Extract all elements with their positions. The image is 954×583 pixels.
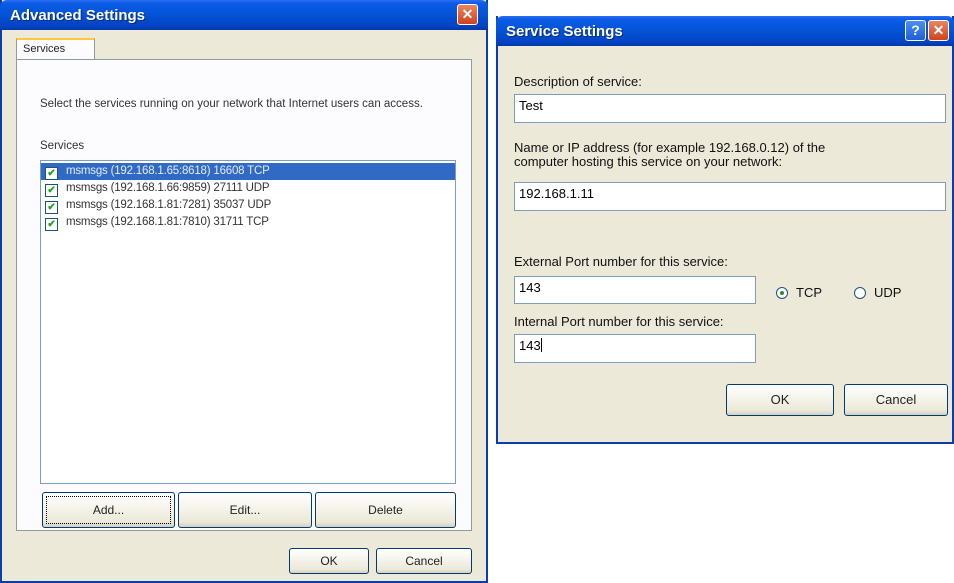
ok-button-label: OK xyxy=(770,392,790,407)
dialog-title: Service Settings xyxy=(506,23,623,40)
external-port-input[interactable]: 143 xyxy=(514,276,756,304)
list-item-label: msmsgs (192.168.1.81:7281) 35037 UDP xyxy=(66,199,272,211)
delete-button[interactable]: Delete xyxy=(315,492,456,528)
radio-selected-dot xyxy=(780,291,784,295)
list-item[interactable]: ✔ msmsgs (192.168.1.81:7281) 35037 UDP xyxy=(41,197,455,214)
list-item-label: msmsgs (192.168.1.81:7810) 31711 TCP xyxy=(66,216,269,228)
host-label-line1: Name or IP address (for example 192.168.… xyxy=(514,140,826,155)
list-item-label: msmsgs (192.168.1.65:8618) 16608 TCP xyxy=(66,165,270,177)
cancel-button[interactable]: Cancel xyxy=(844,384,948,416)
external-port-label: External Port number for this service: xyxy=(514,254,728,269)
description-label: Description of service: xyxy=(514,74,642,89)
checkbox[interactable]: ✔ xyxy=(45,201,58,214)
instruction-text: Select the services running on your netw… xyxy=(40,98,423,110)
internal-port-label: Internal Port number for this service: xyxy=(514,314,724,329)
udp-radio-label: UDP xyxy=(874,285,902,300)
description-input[interactable]: Test xyxy=(514,94,946,123)
list-item[interactable]: ✔ msmsgs (192.168.1.65:8618) 16608 TCP xyxy=(41,163,455,180)
close-icon[interactable]: ✕ xyxy=(457,4,478,25)
internal-port-value: 143 xyxy=(519,338,541,353)
udp-radio[interactable] xyxy=(854,287,866,299)
checkbox[interactable]: ✔ xyxy=(45,184,58,197)
help-icon[interactable]: ? xyxy=(905,20,926,41)
host-ip-input[interactable]: 192.168.1.11 xyxy=(514,182,946,211)
ok-button-label: OK xyxy=(320,554,338,568)
edit-button[interactable]: Edit... xyxy=(178,492,312,528)
ok-button[interactable]: OK xyxy=(289,548,369,574)
tcp-radio-label: TCP xyxy=(796,285,822,300)
cancel-button-label: Cancel xyxy=(405,554,443,568)
delete-button-label: Delete xyxy=(368,503,403,517)
list-item-label: msmsgs (192.168.1.66:9859) 27111 UDP xyxy=(66,182,270,194)
host-label-line2: computer hosting this service on your ne… xyxy=(514,154,783,169)
list-item[interactable]: ✔ msmsgs (192.168.1.66:9859) 27111 UDP xyxy=(41,180,455,197)
internal-port-input[interactable]: 143 xyxy=(514,334,756,363)
text-caret xyxy=(540,338,542,352)
ok-button[interactable]: OK xyxy=(726,384,834,416)
services-list[interactable]: ✔ msmsgs (192.168.1.65:8618) 16608 TCP ✔ m… xyxy=(40,160,456,484)
services-list-label: Services xyxy=(40,140,85,152)
close-icon[interactable]: ✕ xyxy=(928,20,949,41)
focus-rect xyxy=(46,496,171,524)
advanced-settings-titlebar[interactable]: Advanced Settings ✕ xyxy=(0,0,488,30)
cancel-button[interactable]: Cancel xyxy=(376,548,472,574)
service-settings-titlebar[interactable]: Service Settings ? ✕ xyxy=(496,16,954,46)
dialog-title: Advanced Settings xyxy=(10,7,146,24)
checkbox[interactable]: ✔ xyxy=(45,167,58,180)
cancel-button-label: Cancel xyxy=(875,392,917,407)
tab-services[interactable]: Services xyxy=(16,38,95,60)
add-button[interactable]: Add... xyxy=(42,492,175,528)
list-item[interactable]: ✔ msmsgs (192.168.1.81:7810) 31711 TCP xyxy=(41,214,455,231)
service-settings-dialog: Service Settings ? ✕ Description of serv… xyxy=(496,16,954,444)
edit-button-label: Edit... xyxy=(229,503,261,517)
checkbox[interactable]: ✔ xyxy=(45,218,58,231)
advanced-settings-dialog: Advanced Settings ✕ Services Select the … xyxy=(0,0,488,583)
tcp-radio[interactable] xyxy=(776,287,788,299)
